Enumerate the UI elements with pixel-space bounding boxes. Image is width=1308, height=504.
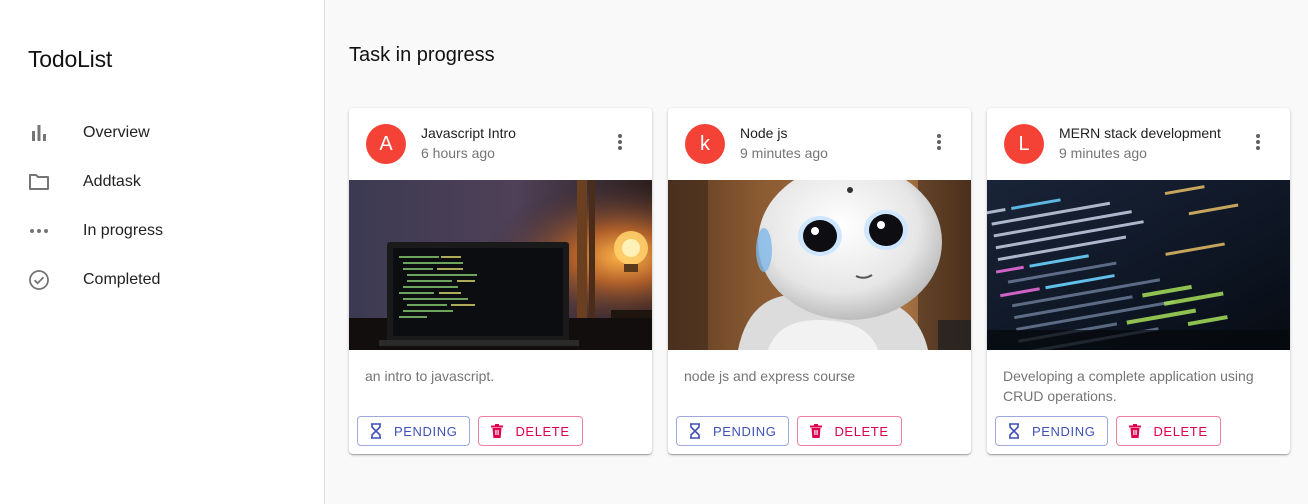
bar-chart-icon (28, 122, 50, 144)
pending-button[interactable]: PENDING (995, 416, 1109, 446)
card-title: MERN stack development (1059, 125, 1221, 141)
sidebar-item-completed[interactable]: Completed (0, 255, 324, 304)
hourglass-icon (687, 423, 703, 439)
avatar: A (366, 124, 406, 164)
trash-icon (1127, 423, 1143, 439)
card-subheader: 9 minutes ago (1059, 145, 1147, 161)
sidebar-nav: Overview Addtask In progress Completed (0, 108, 324, 304)
sidebar-item-label: In progress (83, 221, 164, 239)
card-header: k Node js 9 minutes ago (668, 108, 971, 180)
more-vert-icon (618, 134, 622, 150)
pending-button[interactable]: PENDING (676, 416, 790, 446)
trash-icon (808, 423, 824, 439)
task-card: A Javascript Intro 6 hours ago an intro … (349, 108, 652, 454)
more-vert-button[interactable] (1244, 128, 1272, 156)
more-vert-icon (937, 134, 941, 150)
pending-label: PENDING (1032, 423, 1096, 439)
trash-icon (489, 423, 505, 439)
sidebar: TodoList Overview Addtask In progress Co… (0, 0, 325, 504)
sidebar-item-label: Addtask (83, 172, 141, 190)
delete-button[interactable]: DELETE (1116, 416, 1221, 446)
sidebar-item-label: Completed (83, 270, 161, 288)
task-card: L MERN stack development 9 minutes ago D… (987, 108, 1290, 454)
card-actions: PENDING DELETE (987, 408, 1290, 454)
more-vert-icon (1256, 134, 1260, 150)
more-vert-button[interactable] (606, 128, 634, 156)
main-content: Task in progress A Javascript Intro 6 ho… (325, 0, 1308, 504)
card-title: Node js (740, 125, 788, 141)
card-description: an intro to javascript. (365, 368, 495, 384)
card-description: node js and express course (684, 368, 856, 384)
app-title: TodoList (28, 46, 113, 72)
more-vert-button[interactable] (925, 128, 953, 156)
pending-label: PENDING (713, 423, 777, 439)
sidebar-item-in-progress[interactable]: In progress (0, 206, 324, 255)
pending-button[interactable]: PENDING (357, 416, 471, 446)
avatar: L (1004, 124, 1044, 164)
card-subheader: 6 hours ago (421, 145, 495, 161)
card-actions: PENDING DELETE (349, 408, 652, 454)
robot-photo (668, 180, 971, 350)
check-circle-icon (28, 269, 50, 291)
sidebar-item-overview[interactable]: Overview (0, 108, 324, 157)
card-actions: PENDING DELETE (668, 408, 971, 454)
delete-label: DELETE (834, 423, 889, 439)
avatar: k (685, 124, 725, 164)
hourglass-icon (368, 423, 384, 439)
card-title: Javascript Intro (421, 125, 516, 141)
hourglass-icon (1006, 423, 1022, 439)
sidebar-item-addtask[interactable]: Addtask (0, 157, 324, 206)
page-title: Task in progress (349, 44, 495, 66)
card-header: L MERN stack development 9 minutes ago (987, 108, 1290, 180)
laptop-with-lamp-photo (349, 180, 652, 350)
card-subheader: 9 minutes ago (740, 145, 828, 161)
delete-button[interactable]: DELETE (478, 416, 583, 446)
sidebar-item-label: Overview (83, 123, 150, 141)
code-screen-photo (987, 180, 1290, 350)
delete-label: DELETE (515, 423, 570, 439)
folder-icon (28, 171, 50, 193)
pending-label: PENDING (394, 423, 458, 439)
more-horiz-icon (28, 220, 50, 242)
delete-label: DELETE (1153, 423, 1208, 439)
card-description: Developing a complete application using … (1003, 368, 1254, 404)
task-card: k Node js 9 minutes ago node js and expr… (668, 108, 971, 454)
card-header: A Javascript Intro 6 hours ago (349, 108, 652, 180)
delete-button[interactable]: DELETE (797, 416, 902, 446)
